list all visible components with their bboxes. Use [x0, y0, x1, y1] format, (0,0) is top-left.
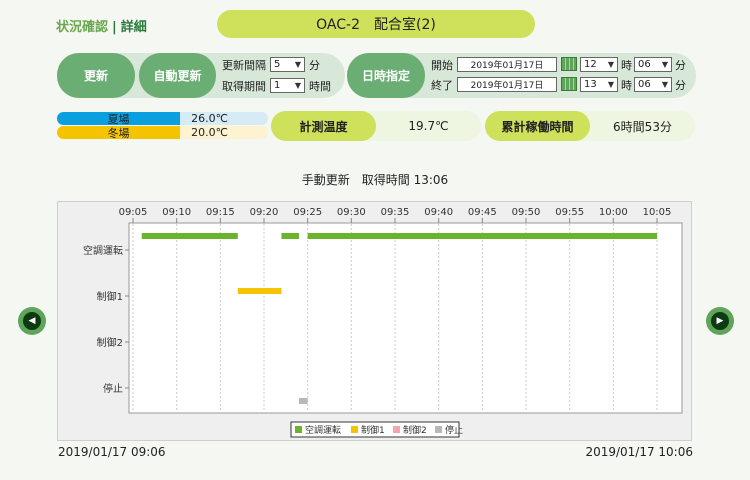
- x-tick-label: 09:35: [381, 207, 410, 218]
- legend-label: 空調運転: [305, 424, 341, 436]
- range-start-time: 2019/01/17 09:06: [58, 445, 166, 459]
- legend-label: 停止: [445, 424, 463, 436]
- legend-swatch: [295, 426, 302, 433]
- bar-segment: [141, 233, 238, 239]
- prev-button[interactable]: ◀: [18, 307, 46, 335]
- legend-swatch: [435, 426, 442, 433]
- plot-area: [128, 222, 683, 414]
- x-tick-label: 09:25: [293, 207, 322, 218]
- x-tick-label: 09:15: [206, 207, 235, 218]
- bar-segment: [298, 398, 308, 404]
- legend-swatch: [351, 426, 358, 433]
- range-end-time: 2019/01/17 10:06: [585, 445, 693, 459]
- y-tick-label: 空調運転: [83, 244, 123, 257]
- x-tick-label: 09:40: [424, 207, 453, 218]
- right-arrow-icon: ▶: [711, 312, 729, 330]
- next-button[interactable]: ▶: [706, 307, 734, 335]
- y-tick-label: 制御1: [97, 290, 123, 303]
- x-tick-label: 09:20: [250, 207, 279, 218]
- legend-label: 制御2: [403, 424, 427, 436]
- bar-segment: [237, 288, 282, 294]
- y-tick-label: 停止: [103, 382, 123, 395]
- legend-swatch: [393, 426, 400, 433]
- x-tick-label: 09:10: [162, 207, 191, 218]
- x-tick-label: 09:55: [555, 207, 584, 218]
- x-tick-label: 10:05: [643, 207, 672, 218]
- x-tick-label: 09:30: [337, 207, 366, 218]
- x-tick-label: 09:50: [512, 207, 541, 218]
- bar-segment: [307, 233, 657, 239]
- x-tick-label: 10:00: [599, 207, 628, 218]
- y-tick-label: 制御2: [97, 336, 123, 349]
- bar-segment: [281, 233, 299, 239]
- x-tick-label: 09:45: [468, 207, 497, 218]
- x-tick-label: 09:05: [119, 207, 148, 218]
- timeline-chart: 09:05 09:10 09:15 09:20 09:25 09:30 09:35 09:40…: [83, 207, 683, 438]
- legend-label: 制御1: [361, 424, 385, 436]
- left-arrow-icon: ◀: [23, 312, 41, 330]
